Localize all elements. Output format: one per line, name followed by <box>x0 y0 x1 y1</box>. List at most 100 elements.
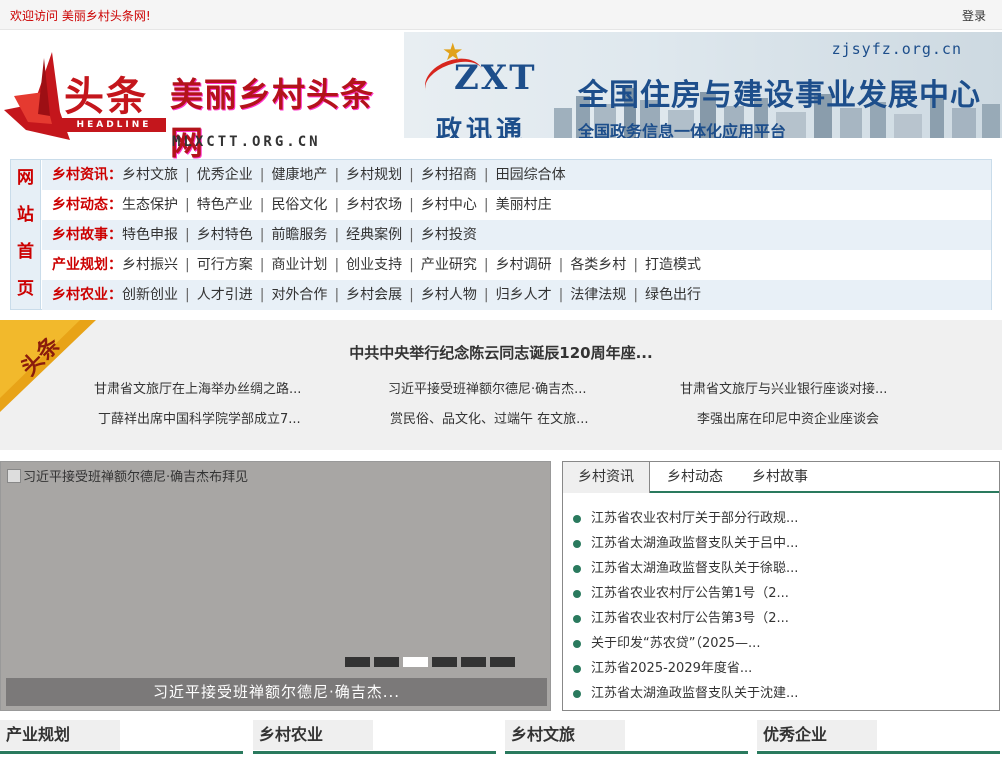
nav-item-link[interactable]: 乡村调研 <box>496 257 552 273</box>
section-title[interactable]: 乡村文旅 <box>505 720 625 750</box>
nav-separator: | <box>409 257 414 273</box>
nav-item-link[interactable]: 商业计划 <box>271 257 327 273</box>
news-link[interactable]: 江苏省太湖渔政监督支队关于吕中... <box>591 536 798 551</box>
nav-separator: | <box>334 257 340 273</box>
category-nav: 网 站 首 页 乡村资讯：乡村文旅 | 优秀企业 | 健康地产 | 乡村规划 | 乡村招商 | 田园… <box>10 159 992 310</box>
nav-row-title[interactable]: 乡村故事： <box>52 227 122 243</box>
nav-separator: | <box>483 167 489 183</box>
slide-dot[interactable] <box>374 657 399 667</box>
nav-row: 乡村农业：创新创业 | 人才引进 | 对外合作 | 乡村会展 | 乡村人物 | 归乡人才 | 法律法规 |… <box>42 280 991 310</box>
slide-caption[interactable]: 习近平接受班禅额尔德尼·确吉杰... <box>6 678 547 706</box>
section-title[interactable]: 产业规划 <box>0 720 120 750</box>
slide-dot[interactable] <box>490 657 515 667</box>
tab-village-news[interactable]: 乡村资讯 <box>563 462 650 493</box>
news-list: 江苏省农业农村厅关于部分行政规... 江苏省太湖渔政监督支队关于吕中... 江苏省太… <box>563 506 798 706</box>
nav-row: 乡村资讯：乡村文旅 | 优秀企业 | 健康地产 | 乡村规划 | 乡村招商 | 田园综合体 <box>42 160 991 190</box>
tab-village-dynamics[interactable]: 乡村动态 <box>651 462 739 493</box>
headline-item[interactable]: 李强出席在印尼中资企业座谈会 <box>697 408 879 427</box>
news-link[interactable]: 江苏省太湖渔政监督支队关于沈建... <box>591 686 798 701</box>
nav-item-link[interactable]: 可行方案 <box>197 257 253 273</box>
nav-item-link[interactable]: 法律法规 <box>570 287 626 303</box>
nav-item-link[interactable]: 乡村中心 <box>421 197 477 213</box>
news-link[interactable]: 江苏省2025-2029年度省... <box>591 661 752 676</box>
news-link[interactable]: 江苏省农业农村厅公告第3号（2... <box>591 611 789 626</box>
headline-item[interactable]: 甘肃省文旅厅与兴业银行座谈对接... <box>680 378 887 397</box>
zxt-banner-ad[interactable]: ★ ZXT 政讯通 zjsyfz.org.cn 全国住房与建设事业发展中心 全国… <box>404 32 1002 138</box>
nav-item-link[interactable]: 绿色出行 <box>645 287 701 303</box>
slide-dot[interactable] <box>403 657 428 667</box>
nav-row-title[interactable]: 乡村农业： <box>52 287 122 303</box>
slide-dot[interactable] <box>432 657 457 667</box>
home-link[interactable]: 网 站 首 页 <box>11 160 41 309</box>
nav-row-title[interactable]: 乡村资讯： <box>52 167 122 183</box>
nav-row-title[interactable]: 产业规划： <box>52 257 122 273</box>
news-list-item[interactable]: 江苏省太湖渔政监督支队关于徐聪... <box>563 556 798 581</box>
nav-item-link[interactable]: 产业研究 <box>421 257 477 273</box>
news-list-item[interactable]: 关于印发“苏农贷”（2025—... <box>563 631 798 656</box>
nav-item-link[interactable]: 乡村规划 <box>346 167 402 183</box>
nav-item-link[interactable]: 特色产业 <box>197 197 253 213</box>
login-link[interactable]: 登录 <box>962 7 986 24</box>
news-list-item[interactable]: 江苏省农业农村厅公告第3号（2... <box>563 606 798 631</box>
home-char: 网 <box>17 168 34 188</box>
nav-item-link[interactable]: 健康地产 <box>271 167 327 183</box>
news-list-item[interactable]: 江苏省农业农村厅关于部分行政规... <box>563 506 798 531</box>
nav-item-link[interactable]: 人才引进 <box>197 287 253 303</box>
news-link[interactable]: 江苏省太湖渔政监督支队关于徐聪... <box>591 561 798 576</box>
nav-row-title[interactable]: 乡村动态： <box>52 197 122 213</box>
headline-item[interactable]: 甘肃省文旅厅在上海举办丝绸之路... <box>94 378 301 397</box>
nav-item-link[interactable]: 前瞻服务 <box>271 227 327 243</box>
nav-item-link[interactable]: 美丽村庄 <box>496 197 552 213</box>
news-link[interactable]: 江苏省农业农村厅关于部分行政规... <box>591 511 798 526</box>
bullet-icon <box>573 540 581 548</box>
nav-separator: | <box>483 287 489 303</box>
nav-item-link[interactable]: 乡村文旅 <box>122 167 178 183</box>
nav-item-link[interactable]: 民俗文化 <box>271 197 327 213</box>
news-list-item[interactable]: 江苏省太湖渔政监督支队关于沈建... <box>563 681 798 706</box>
headline-item[interactable]: 习近平接受班禅额尔德尼·确吉杰... <box>388 378 587 397</box>
nav-item-link[interactable]: 田园综合体 <box>496 167 566 183</box>
nav-item-link[interactable]: 经典案例 <box>346 227 402 243</box>
headline-main[interactable]: 中共中央举行纪念陈云同志诞辰120周年座... <box>0 342 1002 363</box>
slide-dot[interactable] <box>345 657 370 667</box>
nav-separator: | <box>185 167 190 183</box>
site-logo[interactable]: 头条 HEADLINE 美丽乡村头条网 MLXCTT.ORG.CN <box>4 46 400 162</box>
section-title[interactable]: 优秀企业 <box>757 720 877 750</box>
nav-item-link[interactable]: 乡村投资 <box>421 227 477 243</box>
nav-item-link[interactable]: 乡村会展 <box>346 287 402 303</box>
nav-item-link[interactable]: 特色申报 <box>122 227 178 243</box>
nav-item-link[interactable]: 乡村招商 <box>421 167 477 183</box>
nav-separator: | <box>483 197 489 213</box>
nav-item-link[interactable]: 创新创业 <box>122 287 178 303</box>
nav-item-link[interactable]: 各类乡村 <box>570 257 626 273</box>
nav-item-link[interactable]: 乡村特色 <box>197 227 253 243</box>
news-link[interactable]: 江苏省农业农村厅公告第1号（2... <box>591 586 789 601</box>
home-char: 首 <box>17 242 34 262</box>
tab-village-stories[interactable]: 乡村故事 <box>739 462 821 493</box>
nav-item-link[interactable]: 创业支持 <box>346 257 402 273</box>
nav-item-link[interactable]: 乡村人物 <box>421 287 477 303</box>
headline-item[interactable]: 丁薛祥出席中国科学院学部成立7... <box>98 408 301 427</box>
nav-item-link[interactable]: 打造模式 <box>645 257 701 273</box>
section-industry-planning: 产业规划 <box>0 720 243 754</box>
header: 头条 HEADLINE 美丽乡村头条网 MLXCTT.ORG.CN ★ ZXT <box>0 32 1002 162</box>
image-slideshow[interactable]: 习近平接受班禅额尔德尼·确吉杰布拜见 习近平接受班禅额尔德尼·确吉杰... <box>0 461 551 711</box>
news-list-item[interactable]: 江苏省太湖渔政监督支队关于吕中... <box>563 531 798 556</box>
news-link[interactable]: 关于印发“苏农贷”（2025—... <box>591 636 760 651</box>
slide-image-broken[interactable]: 习近平接受班禅额尔德尼·确吉杰布拜见 <box>7 466 248 485</box>
section-village-agriculture: 乡村农业 <box>253 720 496 754</box>
slide-dot[interactable] <box>461 657 486 667</box>
nav-item-link[interactable]: 对外合作 <box>271 287 327 303</box>
nav-item-link[interactable]: 乡村振兴 <box>122 257 178 273</box>
headline-item[interactable]: 赏民俗、品文化、过端午 在文旅... <box>390 408 589 427</box>
nav-item-link[interactable]: 归乡人才 <box>496 287 552 303</box>
nav-item-link[interactable]: 生态保护 <box>122 197 178 213</box>
bullet-icon <box>573 665 581 673</box>
section-title[interactable]: 乡村农业 <box>253 720 373 750</box>
nav-rows: 乡村资讯：乡村文旅 | 优秀企业 | 健康地产 | 乡村规划 | 乡村招商 | 田园综合体乡村动态：… <box>42 160 991 310</box>
nav-item-link[interactable]: 优秀企业 <box>197 167 253 183</box>
news-list-item[interactable]: 江苏省农业农村厅公告第1号（2... <box>563 581 798 606</box>
news-tabs: 乡村资讯 乡村动态 乡村故事 <box>563 462 999 493</box>
news-list-item[interactable]: 江苏省2025-2029年度省... <box>563 656 798 681</box>
nav-item-link[interactable]: 乡村农场 <box>346 197 402 213</box>
